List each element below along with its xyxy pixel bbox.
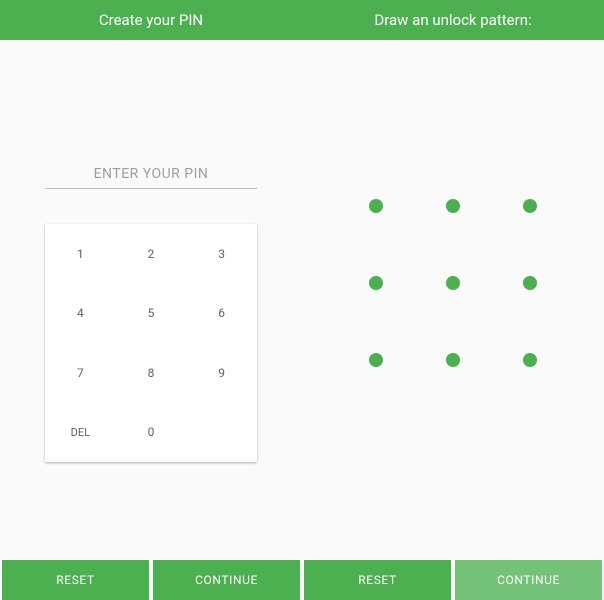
body: ENTER YOUR PIN 1 2 3 4 5 6 7 8 9 DEL 0 bbox=[0, 40, 604, 560]
key-2[interactable]: 2 bbox=[116, 224, 187, 284]
pin-input-placeholder: ENTER YOUR PIN bbox=[45, 166, 257, 182]
key-6[interactable]: 6 bbox=[186, 284, 257, 344]
pattern-dot[interactable] bbox=[446, 199, 460, 213]
pattern-grid[interactable] bbox=[338, 168, 568, 398]
pattern-dot[interactable] bbox=[523, 199, 537, 213]
footer: RESET CONTINUE RESET CONTINUE bbox=[0, 560, 604, 600]
pin-input-underline[interactable] bbox=[45, 188, 257, 189]
pattern-dot[interactable] bbox=[369, 353, 383, 367]
pattern-dot[interactable] bbox=[369, 199, 383, 213]
pin-pane: ENTER YOUR PIN 1 2 3 4 5 6 7 8 9 DEL 0 bbox=[0, 40, 302, 560]
header-pattern-title: Draw an unlock pattern: bbox=[302, 0, 604, 40]
key-0[interactable]: 0 bbox=[116, 403, 187, 463]
pin-continue-button[interactable]: CONTINUE bbox=[153, 560, 300, 600]
key-5[interactable]: 5 bbox=[116, 284, 187, 344]
key-1[interactable]: 1 bbox=[45, 224, 116, 284]
header-pin-title: Create your PIN bbox=[0, 0, 302, 40]
key-4[interactable]: 4 bbox=[45, 284, 116, 344]
key-3[interactable]: 3 bbox=[186, 224, 257, 284]
header-bar: Create your PIN Draw an unlock pattern: bbox=[0, 0, 604, 40]
pattern-dot[interactable] bbox=[369, 276, 383, 290]
key-7[interactable]: 7 bbox=[45, 343, 116, 403]
pattern-dot[interactable] bbox=[523, 276, 537, 290]
pattern-continue-button[interactable]: CONTINUE bbox=[455, 560, 602, 600]
key-8[interactable]: 8 bbox=[116, 343, 187, 403]
pattern-pane bbox=[302, 40, 604, 560]
key-9[interactable]: 9 bbox=[186, 343, 257, 403]
pattern-dot[interactable] bbox=[523, 353, 537, 367]
pin-reset-button[interactable]: RESET bbox=[2, 560, 149, 600]
pin-keypad: 1 2 3 4 5 6 7 8 9 DEL 0 bbox=[45, 224, 257, 462]
pattern-dot[interactable] bbox=[446, 276, 460, 290]
pattern-dot[interactable] bbox=[446, 353, 460, 367]
pattern-reset-button[interactable]: RESET bbox=[304, 560, 451, 600]
key-del[interactable]: DEL bbox=[45, 403, 116, 463]
